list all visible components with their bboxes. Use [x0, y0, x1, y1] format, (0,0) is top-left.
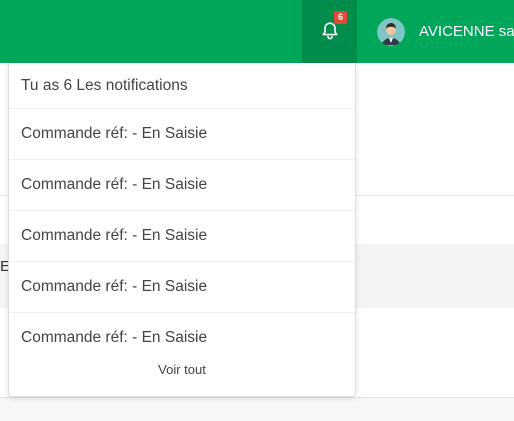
notifications-header: Tu as 6 Les notifications	[9, 63, 355, 109]
view-all-link[interactable]: Voir tout	[9, 360, 355, 380]
notifications-dropdown: Tu as 6 Les notifications Commande réf: …	[8, 63, 356, 397]
notification-item[interactable]: Commande réf: - En Saisie	[9, 211, 355, 262]
background-partial-text: E	[0, 258, 8, 275]
bell-icon	[322, 22, 338, 40]
user-menu[interactable]: AVICENNE sa	[363, 0, 514, 63]
notification-item[interactable]: Commande réf: - En Saisie	[9, 313, 355, 360]
user-name: AVICENNE sa	[419, 23, 514, 40]
notification-item[interactable]: Commande réf: - En Saisie	[9, 160, 355, 211]
notification-count-badge: 6	[334, 11, 347, 24]
notification-item[interactable]: Commande réf: - En Saisie	[9, 109, 355, 160]
user-avatar-icon	[377, 18, 405, 46]
notification-item[interactable]: Commande réf: - En Saisie	[9, 262, 355, 313]
user-avatar	[377, 18, 405, 46]
notifications-toggle[interactable]	[302, 0, 357, 63]
background-footer-strip	[0, 397, 514, 421]
top-navbar: 6 AVICENNE sa	[0, 0, 514, 63]
